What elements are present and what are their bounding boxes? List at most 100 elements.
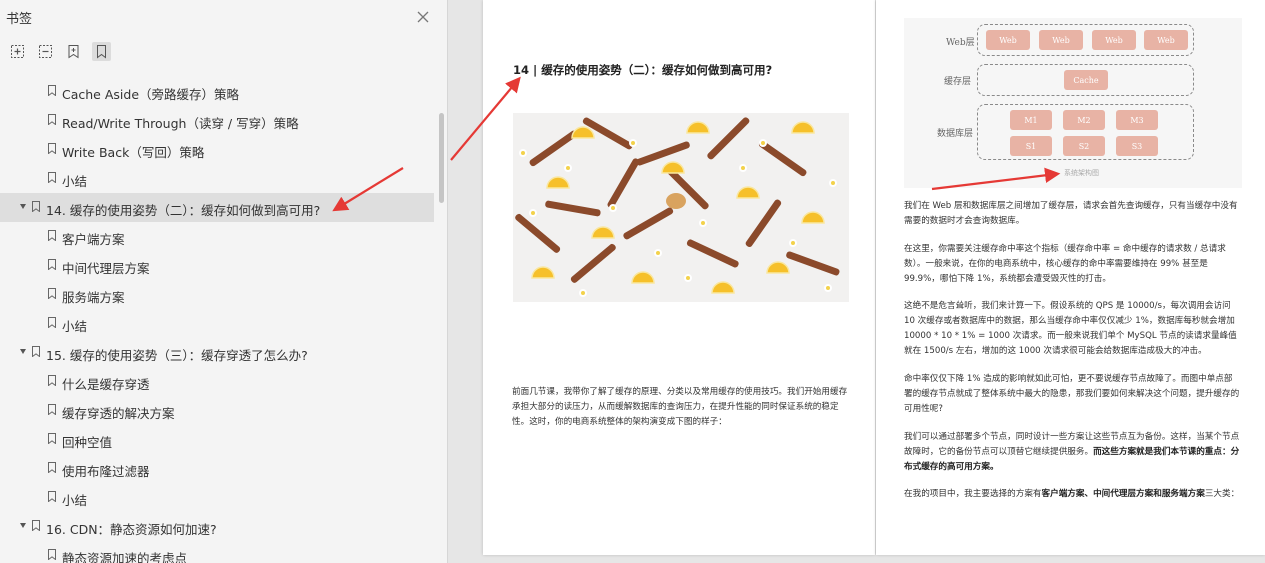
bookmark-label: 16. CDN：静态资源如何加速? <box>46 522 217 537</box>
chamomile-flower <box>529 209 537 217</box>
bookmark-item[interactable]: 客户端方案 <box>0 222 434 251</box>
panel-title: 书签 <box>6 12 33 27</box>
lemon-slice <box>591 226 615 239</box>
bookmark-icon <box>48 375 56 386</box>
bookmark-item[interactable]: 小结 <box>0 309 434 338</box>
bookmark-item[interactable]: 中间代理层方案 <box>0 251 434 280</box>
chamomile-flower <box>519 149 527 157</box>
paragraph-text: 在我的项目中，我主要选择的方案有 <box>904 489 1042 499</box>
web-node: Web <box>986 30 1030 50</box>
bookmark-item[interactable]: Read/Write Through（读穿 / 写穿）策略 <box>0 106 434 135</box>
cinnamon-stick <box>786 251 840 276</box>
collapse-all-icon[interactable] <box>36 42 55 61</box>
lemon-slice <box>791 121 815 134</box>
bookmark-chapter[interactable]: 15. 缓存的使用姿势（三）：缓存穿透了怎么办? <box>0 338 434 367</box>
bookmark-item[interactable]: 小结 <box>0 164 434 193</box>
bookmark-chapter[interactable]: 14. 缓存的使用姿势（二）：缓存如何做到高可用? <box>0 193 434 222</box>
lemon-slice <box>546 176 570 189</box>
paragraph: 命中率仅仅下降 1% 造成的影响就如此可怕，更不要说缓存节点故障了。而图中单点部… <box>904 374 1240 414</box>
chamomile-flower <box>684 274 692 282</box>
paragraph: 我们可以通过部署多个节点，同时设计一些方案让这些节点互为备份。这样，当某个节点故… <box>904 430 1240 475</box>
bookmark-label: Read/Write Through（读穿 / 写穿）策略 <box>62 116 299 131</box>
bookmark-item[interactable]: 什么是缓存穿透 <box>0 367 434 396</box>
expand-all-icon[interactable] <box>8 42 27 61</box>
bookmark-icon <box>48 404 56 415</box>
bookmark-icon <box>48 259 56 270</box>
bookmark-toolbar <box>8 42 111 62</box>
chamomile-flower <box>629 139 637 147</box>
cinnamon-stick <box>607 158 640 209</box>
bookmark-label: 15. 缓存的使用姿势（三）：缓存穿透了怎么办? <box>46 348 308 363</box>
web-node: Web <box>1092 30 1136 50</box>
db-master-node: M3 <box>1116 110 1158 130</box>
chamomile-flower <box>609 204 617 212</box>
bookmarks-panel: 书签 Cache Aside（旁路缓存）策略 Read/Write Through… <box>0 0 448 563</box>
bookmark-icon <box>48 549 56 560</box>
cinnamon-stick <box>686 239 739 268</box>
lemon-slice <box>686 121 710 134</box>
chamomile-flower <box>824 284 832 292</box>
bookmark-label: 回种空值 <box>62 435 113 450</box>
honey-dipper <box>666 193 686 209</box>
bookmark-icon <box>32 520 40 531</box>
lemon-slice <box>571 126 595 139</box>
add-bookmark-icon[interactable] <box>64 42 83 61</box>
intro-paragraph: 前面几节课，我带你了解了缓存的原理、分类以及常用缓存的使用技巧。我们开始用缓存承… <box>512 387 848 427</box>
bookmark-label: 小结 <box>62 174 88 189</box>
bookmark-icon <box>48 114 56 125</box>
db-layer-label: 数据库层 <box>937 129 974 139</box>
bookmark-item[interactable]: 服务端方案 <box>0 280 434 309</box>
bookmark-icon <box>48 143 56 154</box>
db-master-node: M1 <box>1010 110 1052 130</box>
bookmark-chapter[interactable]: 16. CDN：静态资源如何加速? <box>0 512 434 541</box>
bookmark-label: 静态资源加速的考虑点 <box>62 551 188 563</box>
expand-caret-icon[interactable] <box>20 523 26 528</box>
bookmark-icon <box>48 230 56 241</box>
bookmark-icon <box>48 172 56 183</box>
bookmark-item[interactable]: Write Back（写回）策略 <box>0 135 434 164</box>
bookmark-item[interactable]: 回种空值 <box>0 425 434 454</box>
bookmark-item[interactable]: 小结 <box>0 483 434 512</box>
document-page-right: Web层 Web Web Web Web 缓存层 Cache 数据库层 M1 M… <box>876 0 1265 555</box>
bookmark-item[interactable]: 静态资源加速的考虑点 <box>0 541 434 563</box>
bookmark-item[interactable]: Cache Aside（旁路缓存）策略 <box>0 77 434 106</box>
bookmark-icon <box>48 433 56 444</box>
lemon-slice <box>531 266 555 279</box>
expand-caret-icon[interactable] <box>20 204 26 209</box>
bookmark-view-icon[interactable] <box>92 42 111 61</box>
bookmark-icon <box>48 491 56 502</box>
bookmark-label: 客户端方案 <box>62 232 125 247</box>
db-slave-node: S1 <box>1010 136 1052 156</box>
diagram-caption: 系统架构图 <box>1064 169 1099 177</box>
paragraph-text: 三大类： <box>1204 489 1240 499</box>
cinnamon-stick <box>545 200 601 217</box>
paragraph: 这绝不是危言耸听，我们来计算一下。假设系统的 QPS 是 10000/s，每次调… <box>904 301 1237 356</box>
close-icon[interactable] <box>415 9 431 25</box>
lemon-slice <box>631 271 655 284</box>
bookmark-label: Write Back（写回）策略 <box>62 145 205 160</box>
sidebar-scrollbar[interactable] <box>439 113 444 203</box>
web-layer-label: Web层 <box>946 38 975 48</box>
db-master-node: M2 <box>1063 110 1105 130</box>
bookmark-label: 服务端方案 <box>62 290 125 305</box>
chamomile-flower <box>654 249 662 257</box>
paragraph: 我们在 Web 层和数据库层之间增加了缓存层，请求会首先查询缓存，只有当缓存中没… <box>904 201 1238 226</box>
bookmark-item[interactable]: 缓存穿透的解决方案 <box>0 396 434 425</box>
cinnamon-stick <box>570 243 616 283</box>
bookmark-icon <box>48 85 56 96</box>
bookmark-label: 14. 缓存的使用姿势（二）：缓存如何做到高可用? <box>46 203 321 218</box>
chamomile-flower <box>579 289 587 297</box>
expand-caret-icon[interactable] <box>20 349 26 354</box>
chamomile-flower <box>564 164 572 172</box>
pdf-reader-window: 书签 Cache Aside（旁路缓存）策略 Read/Write Through… <box>0 0 1265 563</box>
lemon-slice <box>711 281 735 294</box>
bookmark-icon <box>48 288 56 299</box>
bookmark-label: 中间代理层方案 <box>62 261 150 276</box>
web-node: Web <box>1144 30 1188 50</box>
lemon-slice <box>661 161 685 174</box>
bookmark-label: 什么是缓存穿透 <box>62 377 150 392</box>
bookmark-icon <box>32 201 40 212</box>
bookmark-item[interactable]: 使用布隆过滤器 <box>0 454 434 483</box>
hero-image <box>513 113 849 302</box>
architecture-diagram: Web层 Web Web Web Web 缓存层 Cache 数据库层 M1 M… <box>904 18 1242 188</box>
